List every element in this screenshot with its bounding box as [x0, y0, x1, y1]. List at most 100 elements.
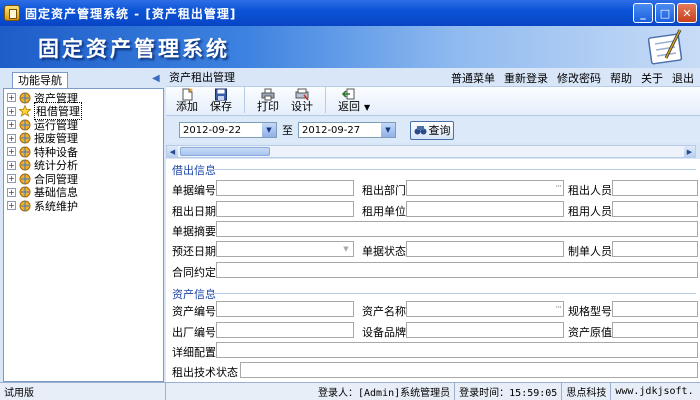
expand-icon[interactable]: + — [7, 174, 16, 184]
query-button[interactable]: 查询 — [410, 120, 454, 140]
collapse-sidebar-icon[interactable]: ◀ — [152, 73, 160, 84]
expand-icon[interactable]: + — [7, 133, 16, 143]
save-button[interactable]: 保存 — [210, 88, 232, 115]
detail-config-field[interactable] — [216, 342, 698, 358]
minimize-button[interactable]: _ — [633, 3, 653, 23]
renting-unit-field[interactable] — [406, 201, 564, 217]
browse-ellipsis-icon[interactable]: ··· — [555, 182, 562, 192]
factory-no-field[interactable] — [216, 322, 354, 338]
window-controls: _ □ ✕ — [633, 3, 697, 23]
browse-ellipsis-icon[interactable]: ··· — [555, 303, 562, 313]
contract-label: 合同约定 — [172, 266, 216, 279]
title-bar: 固定资产管理系统 - [资产租出管理] _ □ ✕ — [0, 0, 700, 26]
status-spacer — [166, 383, 314, 400]
menu-help[interactable]: 帮助 — [610, 70, 632, 86]
menu-relogin[interactable]: 重新登录 — [504, 70, 548, 86]
lease-form: 借出信息 单据编号 租出部门 ··· 租出人员 租出日期 租用单位 租用人员 单… — [166, 159, 700, 382]
back-dropdown-caret-icon[interactable]: ▼ — [364, 103, 370, 115]
banner-title: 固定资产管理系统 — [38, 36, 230, 61]
expand-icon[interactable]: + — [7, 93, 16, 103]
factory-no-label: 出厂编号 — [172, 326, 216, 339]
tree-item-special-equipment[interactable]: + 特种设备 — [4, 145, 163, 159]
print-button[interactable]: 打印 — [257, 88, 279, 115]
login-time-status: 登录时间：15:59:05 — [455, 382, 563, 400]
sidebar-tab[interactable]: 功能导航 — [12, 72, 68, 89]
asset-no-label: 资产编号 — [172, 305, 216, 318]
menu-normal-menu[interactable]: 普通菜单 — [451, 70, 495, 86]
start-date-value: 2012-09-22 — [183, 124, 242, 136]
menu-exit[interactable]: 退出 — [672, 70, 694, 86]
toolbar-separator — [244, 87, 245, 113]
add-button[interactable]: 添加 — [176, 88, 198, 115]
tree-item-basic-info[interactable]: + 基础信息 — [4, 186, 163, 199]
renting-person-field[interactable] — [612, 201, 698, 217]
brand-field[interactable] — [406, 322, 564, 338]
rent-dept-field[interactable]: ··· — [406, 180, 564, 196]
app-icon — [4, 5, 20, 21]
tech-status-field[interactable] — [240, 362, 698, 378]
binoculars-icon — [414, 126, 426, 135]
group-divider — [208, 169, 696, 170]
navigation-sidebar: 功能导航 ◀ + 资产管理 + 租借管理 + 运行管理 + 报废管理 + 特种设… — [0, 68, 165, 382]
website-status: www.jdkjsoft. — [615, 386, 694, 397]
chevron-down-icon[interactable]: ▼ — [381, 123, 395, 137]
tree-item-lease-management[interactable]: + 租借管理 — [4, 102, 163, 121]
asset-no-field[interactable] — [216, 301, 354, 317]
page-title: 资产租出管理 — [169, 70, 235, 84]
back-button[interactable]: 返回 — [338, 88, 360, 115]
tree-item-contract-management[interactable]: + 合同管理 — [4, 172, 163, 186]
expand-icon[interactable]: + — [7, 106, 16, 116]
expand-icon[interactable]: + — [7, 120, 16, 130]
globe-folder-icon — [19, 159, 31, 171]
tree-item-operation-management[interactable]: + 运行管理 — [4, 118, 163, 132]
date-range-separator: 至 — [282, 124, 293, 137]
doc-summary-field[interactable] — [216, 221, 698, 237]
scroll-right-icon[interactable]: ▶ — [684, 146, 695, 157]
end-date-picker[interactable]: 2012-09-27 ▼ — [298, 122, 396, 138]
rent-date-field[interactable] — [216, 201, 354, 217]
creator-field[interactable] — [612, 241, 698, 257]
expand-icon[interactable]: + — [7, 187, 16, 197]
renting-unit-label: 租用单位 — [362, 205, 406, 218]
rent-person-field[interactable] — [612, 180, 698, 196]
tree-item-system-maintenance[interactable]: + 系统维护 — [4, 199, 163, 213]
lend-info-title: 借出信息 — [172, 164, 216, 177]
expand-icon[interactable]: + — [7, 147, 16, 157]
scroll-left-icon[interactable]: ◀ — [167, 146, 178, 157]
version-status: 试用版 — [0, 382, 166, 400]
status-bar: 试用版 登录人：[Admin]系统管理员 登录时间：15:59:05 思点科技 … — [0, 382, 700, 400]
chevron-down-icon[interactable]: ▼ — [262, 123, 276, 137]
maximize-button[interactable]: □ — [655, 3, 675, 23]
list-horizontal-scrollbar[interactable]: ◀ ▶ — [166, 145, 696, 158]
expected-return-field[interactable]: ▼ — [216, 241, 354, 257]
doc-status-field[interactable] — [406, 241, 564, 257]
doc-no-field[interactable] — [216, 180, 354, 196]
original-value-field[interactable] — [612, 322, 698, 338]
tree-item-asset-management[interactable]: + 资产管理 — [4, 91, 163, 105]
globe-folder-icon — [19, 132, 31, 144]
menu-change-password[interactable]: 修改密码 — [557, 70, 601, 86]
expected-return-label: 预还日期 — [172, 245, 216, 258]
doc-status-label: 单据状态 — [362, 245, 406, 258]
main-header: 资产租出管理 普通菜单 重新登录 修改密码 帮助 关于 退出 — [165, 68, 700, 86]
contract-field[interactable] — [216, 262, 698, 278]
tech-status-label: 租出技术状态 — [172, 366, 238, 379]
date-filter-bar: 2012-09-22 ▼ 至 2012-09-27 ▼ 查询 — [166, 117, 700, 143]
function-tree: + 资产管理 + 租借管理 + 运行管理 + 报废管理 + 特种设备 + 统计分… — [3, 88, 164, 382]
design-button[interactable]: 设计 — [291, 88, 313, 115]
chevron-down-icon[interactable]: ▼ — [340, 243, 352, 255]
start-date-picker[interactable]: 2012-09-22 ▼ — [179, 122, 277, 138]
star-icon — [19, 105, 31, 118]
tree-item-statistics[interactable]: + 统计分析 — [4, 159, 163, 172]
tree-item-scrap-management[interactable]: + 报废管理 — [4, 132, 163, 145]
expand-icon[interactable]: + — [7, 160, 16, 170]
expand-icon[interactable]: + — [7, 201, 16, 211]
close-button[interactable]: ✕ — [677, 3, 697, 23]
globe-folder-icon — [19, 200, 31, 212]
asset-name-field[interactable]: ··· — [406, 301, 564, 317]
end-date-value: 2012-09-27 — [302, 124, 361, 136]
spec-model-field[interactable] — [612, 301, 698, 317]
tree-item-label: 系统维护 — [34, 199, 78, 213]
menu-about[interactable]: 关于 — [641, 70, 663, 86]
scroll-thumb[interactable] — [180, 147, 270, 156]
